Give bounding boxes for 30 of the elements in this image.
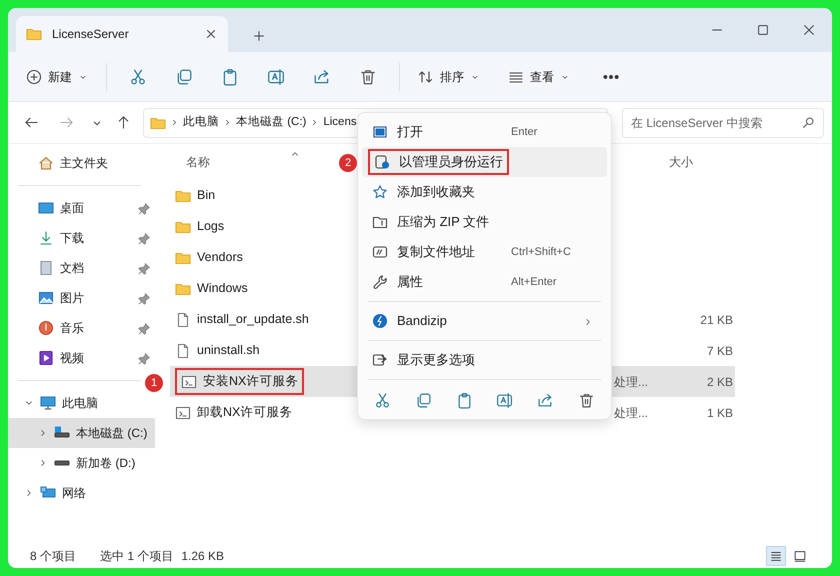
selection-count: 选中 1 个项目 [100, 548, 174, 564]
file-name: 卸载NX许可服务 [197, 404, 292, 422]
shortcut-text: Enter [511, 124, 538, 140]
shortcut-text: Ctrl+Shift+C [511, 244, 572, 260]
menu-label: 复制文件地址 [397, 243, 475, 262]
menu-label: 显示更多选项 [397, 351, 475, 370]
menu-label: 打开 [397, 123, 423, 142]
selection-size: 1.26 KB [181, 548, 224, 564]
menu-label: Bandizip [397, 312, 447, 330]
item-count: 8 个项目 [30, 548, 76, 564]
file-name: Logs [197, 218, 224, 236]
menu-label: 压缩为 ZIP 文件 [397, 213, 490, 232]
file-size: 21 KB [699, 312, 734, 328]
file-name: Bin [197, 187, 216, 204]
shortcut-text: Alt+Enter [511, 274, 558, 290]
file-type: 处理... [614, 374, 648, 388]
file-name: install_or_update.sh [197, 311, 309, 328]
file-name: Vendors [197, 249, 243, 266]
file-type: 处理... [614, 406, 648, 420]
file-name: uninstall.sh [197, 342, 260, 360]
file-name: Windows [197, 280, 248, 298]
file-size: 7 KB [706, 342, 734, 360]
file-name: 安装NX许可服务 [203, 373, 298, 390]
step-badge: 2 [339, 154, 357, 172]
step-badge: 1 [145, 374, 163, 392]
file-size: 1 KB [706, 404, 734, 422]
file-size: 2 KB [706, 374, 734, 390]
menu-label: 属性 [397, 273, 423, 292]
menu-label: 以管理员身份运行 [399, 153, 503, 172]
menu-label: 添加到收藏夹 [397, 183, 475, 202]
